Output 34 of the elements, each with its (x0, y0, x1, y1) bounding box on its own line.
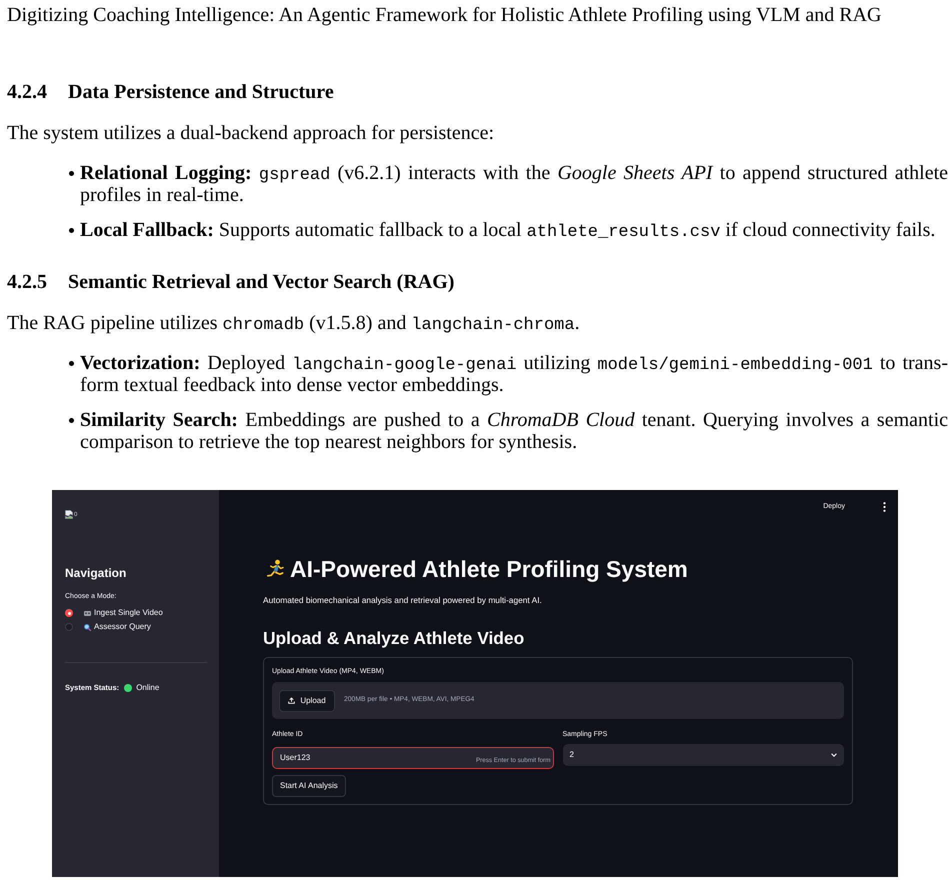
submit-button[interactable]: Start AI Analysis (272, 775, 346, 797)
upload-icon (288, 697, 296, 704)
section-number: 4.2.4 (7, 81, 48, 103)
bullet-text: Relational Logging: gspread (v6.2.1) interacts with the Google Sheets API to append structured athlete profiles in real-time. (80, 162, 948, 206)
broken-image-icon (65, 510, 73, 519)
bullet-icon (69, 418, 74, 423)
running-header: Digitizing Coaching Intelligence: An Agentic Framework for Holistic Athlete Profiling using VLM and RAG (7, 4, 883, 26)
status-text: Online (136, 682, 160, 694)
paragraph: The system utilizes a dual-backend approach for persistence: (7, 122, 496, 144)
bullet-text: Vectorization: Deployed langchain-google-genai utilizing models/gemini-embedding-001 to trans-form textual feedback into dense vector embeddings. (80, 352, 948, 396)
select-dropdown[interactable]: 2 (562, 744, 844, 766)
bullet-icon (69, 171, 74, 176)
section-number: 4.2.5 (7, 271, 48, 293)
subtitle: Automated biomechanical analysis and retrieval powered by multi-agent AI. (263, 595, 542, 605)
page-title: AI-Powered Athlete Profiling System (290, 555, 688, 583)
section-title: Upload & Analyze Athlete Video (263, 627, 524, 649)
bullet-icon (69, 228, 74, 233)
radio-label[interactable]: Assessor Query (94, 622, 151, 632)
paragraph: The RAG pipeline utilizes chromadb (v1.5.8) and langchain-chroma. (7, 312, 581, 334)
bullet-text: Local Fallback: Supports automatic fallback to a local athlete_results.csv if cloud connectivity fails. (80, 219, 936, 241)
upload-button[interactable]: Upload (279, 690, 335, 712)
cassette-icon (84, 610, 91, 616)
bullet-icon (69, 361, 74, 366)
chevron-down-icon (831, 753, 837, 757)
radio-button[interactable] (65, 609, 73, 617)
section-heading: Semantic Retrieval and Vector Search (RAG) (68, 271, 454, 293)
running-person-icon (265, 559, 285, 579)
bullet-text: Similarity Search: Embeddings are pushed to a ChromaDB Cloud tenant. Querying involves a semantic comparison to retrieve the top nearest neighbors for synthesis. (80, 409, 948, 453)
radio-label[interactable]: Ingest Single Video (94, 608, 163, 618)
section-heading: Data Persistence and Structure (68, 81, 334, 103)
search-icon (84, 624, 91, 630)
sidebar-heading: Navigation (65, 566, 128, 581)
radio-button[interactable] (65, 623, 73, 631)
more-options-icon[interactable] (883, 502, 886, 512)
